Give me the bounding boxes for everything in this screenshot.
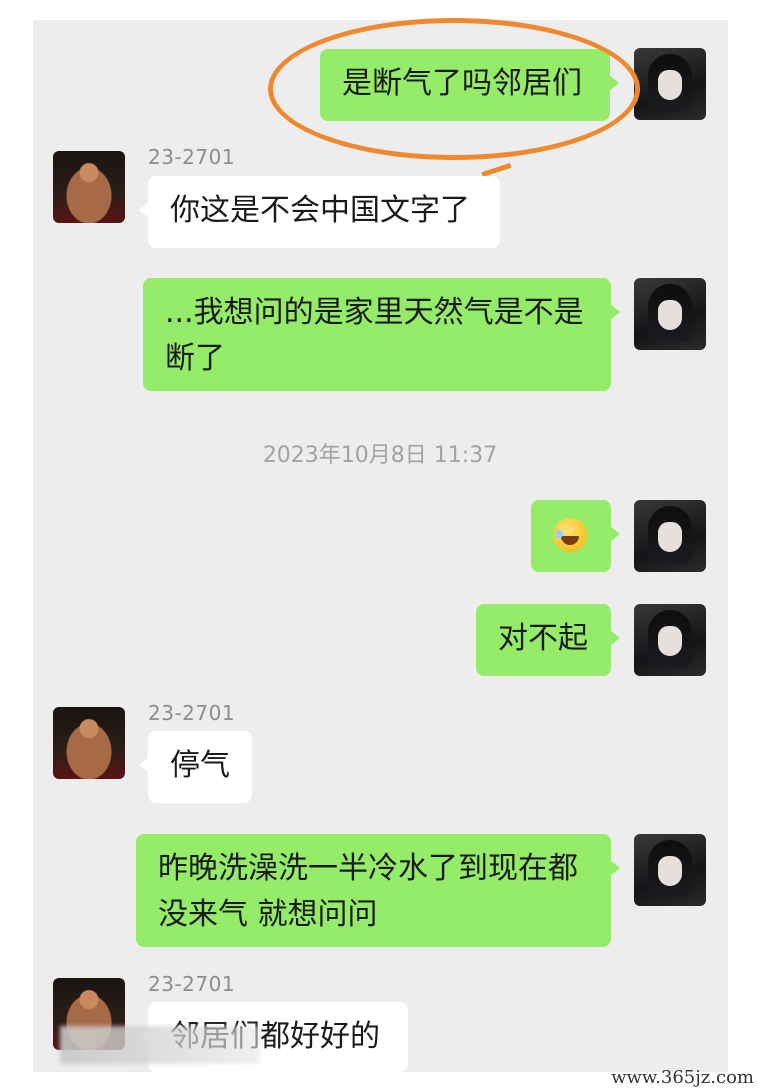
message-text: 对不起 [498,621,588,656]
message-text: 你这是不会中国文字了 [170,193,470,228]
message-bubble-outgoing[interactable] [531,500,620,572]
self-avatar[interactable] [634,604,706,676]
message-bubble-incoming[interactable]: 你这是不会中国文字了 [139,176,500,248]
screenshot-stage: 是断气了吗邻居们 23-2701 你这是不会中国文字了 ...我想问的是家里天然… [0,0,760,1092]
self-avatar[interactable] [634,834,706,906]
message-text-line: 断了 [165,341,225,376]
message-text: 是断气了吗邻居们 [342,66,582,101]
message-bubble-outgoing[interactable]: 是断气了吗邻居们 [320,49,619,121]
message-text-line: 没来气 就想问问 [158,897,378,932]
sender-name: 23-2701 [148,972,236,996]
sender-name: 23-2701 [148,145,236,169]
contact-avatar[interactable] [53,151,125,223]
face-with-tears-of-joy-icon [553,518,587,552]
self-avatar[interactable] [634,500,706,572]
message-timestamp: 2023年10月8日 11:37 [262,443,498,468]
message-bubble-outgoing[interactable]: 对不起 [476,604,620,676]
message-text-line: ...我想问的是家里天然气是不是 [165,295,584,330]
blurred-overlay [60,1026,260,1064]
contact-avatar[interactable] [53,707,125,779]
message-text-line: 昨晚洗澡洗一半冷水了到现在都 [158,851,578,886]
message-bubble-incoming[interactable]: 停气 [139,731,252,803]
self-avatar[interactable] [634,278,706,350]
site-watermark: www.365jz.com [611,1067,754,1088]
message-bubble-outgoing[interactable]: 昨晚洗澡洗一半冷水了到现在都 没来气 就想问问 [136,834,620,947]
message-bubble-outgoing[interactable]: ...我想问的是家里天然气是不是 断了 [143,278,620,391]
message-text: 停气 [170,748,230,783]
self-avatar[interactable] [634,48,706,120]
sender-name: 23-2701 [148,701,236,725]
